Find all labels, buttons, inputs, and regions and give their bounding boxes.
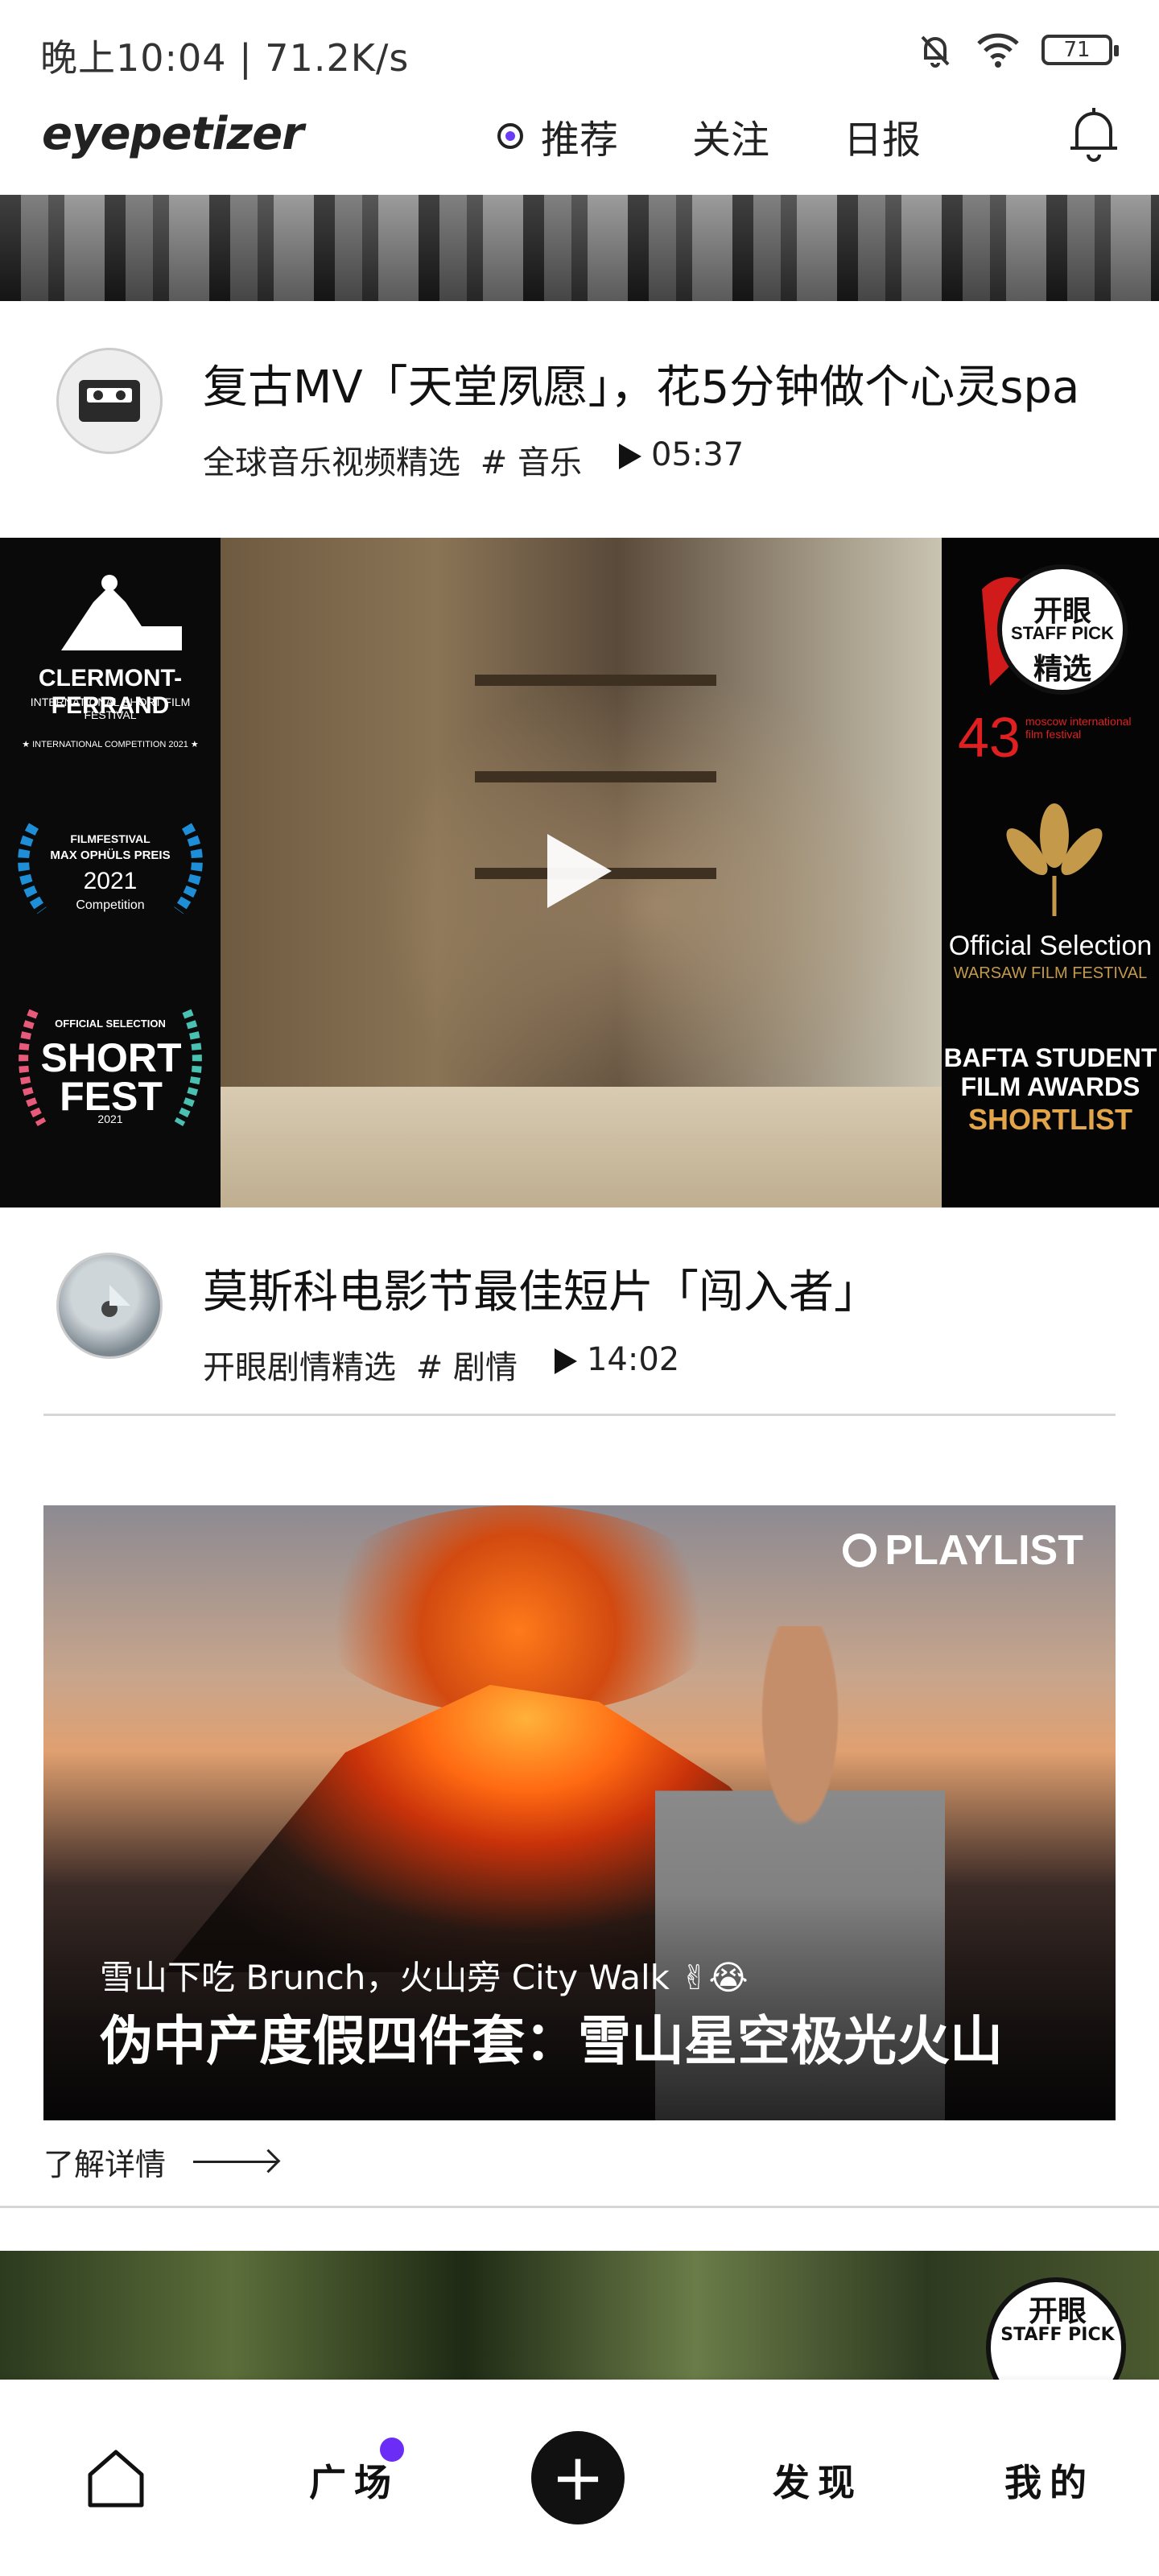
- tab-daily-label: 日报: [843, 118, 922, 163]
- bafta-line-1: BAFTA STUDENT: [943, 1043, 1157, 1072]
- cassette-icon: [79, 380, 140, 422]
- arrow-right-icon: [193, 2161, 278, 2163]
- ophuls-sub: MAX OPHÜLS PREIS: [50, 848, 171, 862]
- app-logo: eyepetizer: [42, 108, 304, 160]
- video-duration: 05:37: [618, 436, 744, 483]
- learn-more-label: 了解详情: [43, 2147, 167, 2182]
- video-meta: 开眼剧情精选 # 剧情 14:02: [203, 1341, 679, 1388]
- video-category[interactable]: 开眼剧情精选: [203, 1349, 396, 1386]
- video-duration: 14:02: [554, 1341, 679, 1388]
- clermont-note: ★ INTERNATIONAL COMPETITION 2021 ★: [22, 740, 199, 749]
- video-tag[interactable]: # 音乐: [481, 444, 582, 481]
- notification-dot: [380, 2438, 404, 2462]
- eye-logo-icon: [843, 1534, 877, 1567]
- mute-bell-icon: [921, 35, 950, 68]
- tab-follow[interactable]: 关注: [692, 108, 769, 164]
- festival-laurels-left: CLERMONT-FERRAND INTERNATIONAL SHORT FIL…: [0, 538, 221, 1208]
- scene-shelf: [475, 675, 716, 686]
- playlist-card[interactable]: PLAYLIST 雪山下吃 Brunch，火山旁 City Walk ✌😭 伪中…: [43, 1505, 1116, 2120]
- shortfest-sub: OFFICIAL SELECTION: [55, 1018, 166, 1030]
- jester-logo-icon: [61, 575, 182, 650]
- tab-recommend[interactable]: 推荐: [497, 108, 618, 164]
- shortfest-year: 2021: [97, 1113, 123, 1125]
- playlist-badge: PLAYLIST: [843, 1526, 1083, 1575]
- shortfest-title: SHORT FEST: [40, 1035, 182, 1119]
- video-meta: 全球音乐视频精选 # 音乐 05:37: [203, 436, 744, 483]
- battery-icon: 71: [1041, 35, 1119, 65]
- bafta-line-3: SHORTLIST: [968, 1103, 1132, 1136]
- moscow-number: 43: [958, 706, 1021, 769]
- chestnut-leaf-icon: [1006, 803, 1103, 916]
- avatar-music[interactable]: [56, 348, 163, 454]
- play-icon: [554, 1348, 577, 1374]
- learn-more-link[interactable]: 了解详情: [43, 2140, 278, 2184]
- battery-level: 71: [1063, 38, 1091, 62]
- video-category[interactable]: 全球音乐视频精选: [203, 444, 460, 481]
- eye-icon: [497, 123, 523, 149]
- tab-discover[interactable]: 发现: [773, 2454, 863, 2507]
- notification-bell-icon[interactable]: [1066, 101, 1122, 166]
- tab-mine[interactable]: 我的: [1004, 2454, 1095, 2507]
- video-thumbnail-top[interactable]: [0, 195, 1159, 301]
- tab-square[interactable]: 广场: [309, 2454, 399, 2507]
- status-time-speed: 晚上10:04 | 71.2K/s: [40, 36, 410, 80]
- status-bar: 晚上10:04 | 71.2K/s 71: [0, 0, 1159, 97]
- video-title[interactable]: 复古MV「天堂夙愿」，花5分钟做个心灵spa: [203, 351, 1079, 416]
- staff-pick-badge-3: 精选: [1033, 652, 1091, 685]
- bottom-tab-bar: 广场 + 发现 我的: [0, 2380, 1159, 2576]
- camera-lens-icon: [101, 1285, 130, 1317]
- ophuls-year: 2021: [83, 868, 138, 894]
- section-divider: [43, 1414, 1116, 1416]
- publish-button[interactable]: +: [531, 2431, 625, 2524]
- play-button-icon[interactable]: [547, 834, 612, 908]
- scene-workbench: [221, 1087, 942, 1208]
- status-icons: 71: [916, 31, 1119, 69]
- warsaw-title: Official Selection: [948, 931, 1153, 961]
- playlist-title[interactable]: 伪中产度假四件套：雪山星空极光火山: [100, 1998, 1003, 2075]
- video-thumbnail-next[interactable]: 开眼 STAFF PICK: [0, 2251, 1159, 2404]
- staff-pick-badge-2: STAFF PICK: [1000, 2325, 1115, 2345]
- section-divider: [0, 2206, 1159, 2208]
- tab-follow-label: 关注: [692, 118, 770, 163]
- video-title[interactable]: 莫斯科电影节最佳短片「闯入者」: [203, 1256, 879, 1321]
- video-card-2[interactable]: 莫斯科电影节最佳短片「闯入者」 开眼剧情精选 # 剧情 14:02: [0, 1208, 1159, 1417]
- playlist-badge-label: PLAYLIST: [885, 1527, 1083, 1574]
- staff-pick-badge-1: 开眼: [1028, 2295, 1087, 2328]
- tab-recommend-label: 推荐: [541, 118, 619, 163]
- app-header: eyepetizer 推荐 关注 日报: [0, 97, 1159, 195]
- playlist-subtitle: 雪山下吃 Brunch，火山旁 City Walk ✌😭: [100, 1958, 749, 1997]
- festival-laurels-right: 开眼 STAFF PICK 精选 43 moscow international…: [942, 538, 1159, 1208]
- bafta-line-2: FILM AWARDS: [960, 1072, 1140, 1101]
- warsaw-sub: WARSAW FILM FESTIVAL: [953, 964, 1148, 982]
- wifi-icon: [977, 33, 1019, 68]
- avatar-drama[interactable]: [56, 1253, 163, 1359]
- video-tag[interactable]: # 剧情: [416, 1349, 518, 1386]
- play-icon: [618, 444, 641, 469]
- scene-shelf: [475, 771, 716, 782]
- home-icon[interactable]: [84, 2446, 148, 2510]
- tab-daily[interactable]: 日报: [843, 108, 921, 164]
- ophuls-title: FILMFESTIVAL: [70, 832, 151, 845]
- clermont-sub: INTERNATIONAL SHORT FILM FESTIVAL: [30, 696, 191, 721]
- video-card-1[interactable]: 复古MV「天堂夙愿」，花5分钟做个心灵spa 全球音乐视频精选 # 音乐 05:…: [0, 301, 1159, 538]
- staff-pick-badge-2: STAFF PICK: [1011, 623, 1114, 643]
- top-nav: 推荐 关注 日报: [497, 108, 995, 164]
- ophuls-note: Competition: [76, 898, 145, 912]
- moscow-text: moscow international film festival: [1025, 715, 1132, 741]
